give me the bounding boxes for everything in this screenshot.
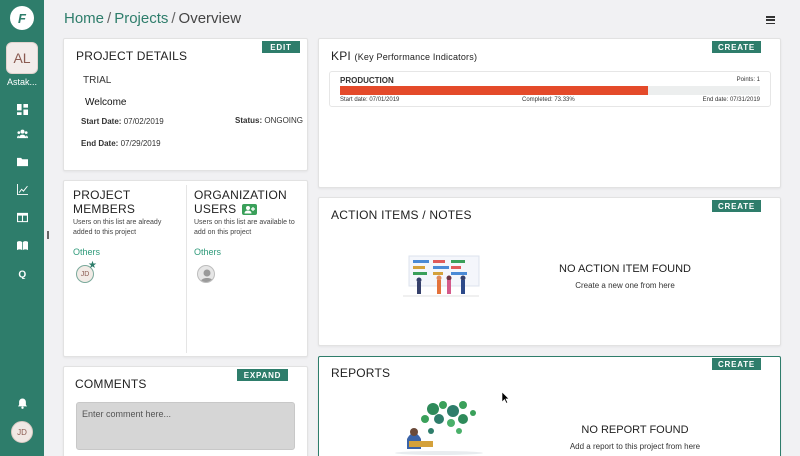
folder-icon[interactable] bbox=[14, 153, 30, 169]
end-date-label: End Date: bbox=[81, 139, 119, 148]
reports-illustration bbox=[395, 401, 483, 455]
breadcrumb-home[interactable]: Home bbox=[64, 10, 104, 27]
bell-icon[interactable] bbox=[14, 395, 30, 411]
member-initials: JD bbox=[80, 270, 90, 278]
comment-input[interactable] bbox=[76, 402, 295, 450]
members-group-label: Others bbox=[73, 247, 101, 257]
status-label: Status: bbox=[235, 116, 263, 125]
edit-button[interactable]: EDIT bbox=[262, 41, 300, 53]
svg-text:Q: Q bbox=[18, 269, 26, 278]
sidebar-collapse-handle[interactable] bbox=[47, 231, 49, 239]
org-user-avatar[interactable] bbox=[197, 265, 215, 283]
end-date-value: 07/29/2019 bbox=[120, 139, 161, 148]
card-title: COMMENTS bbox=[75, 377, 147, 391]
members-title-line1: PROJECT bbox=[73, 188, 131, 202]
breadcrumb: Home / Projects / Overview bbox=[64, 10, 241, 27]
end-date: End Date: 07/29/2019 bbox=[81, 139, 161, 148]
owner-star-icon: ★ bbox=[88, 260, 97, 271]
card-title: KPI (Key Performance Indicators) bbox=[331, 49, 477, 63]
add-user-icon[interactable] bbox=[241, 204, 257, 215]
user-initials: JD bbox=[17, 427, 27, 437]
quiz-icon[interactable]: Q bbox=[14, 265, 30, 281]
reports-card: REPORTS CREATE NO REPORT FOUND Add a rep… bbox=[318, 356, 781, 456]
project-details-card: PROJECT DETAILS EDIT TRIAL Welcome Start… bbox=[63, 38, 308, 171]
kpi-points: Points: 1 bbox=[736, 77, 760, 83]
members-title: PROJECT MEMBERS bbox=[73, 188, 135, 216]
card-title: REPORTS bbox=[331, 366, 391, 380]
logo-letter: F bbox=[18, 10, 26, 26]
board-icon[interactable] bbox=[14, 209, 30, 225]
org-avatar-initials: AL bbox=[13, 50, 31, 66]
empty-action-title: NO ACTION ITEM FOUND bbox=[559, 263, 691, 275]
org-users-description: Users on this list are available to add … bbox=[194, 219, 295, 236]
org-users-title: ORGANIZATION USERS bbox=[194, 188, 287, 216]
empty-action-subtitle: Create a new one from here bbox=[575, 281, 675, 290]
comments-card: COMMENTS EXPAND bbox=[63, 366, 308, 456]
kpi-progress-bar bbox=[340, 86, 760, 95]
users-icon[interactable] bbox=[14, 125, 30, 141]
action-create-button[interactable]: CREATE bbox=[712, 200, 761, 212]
empty-report-title: NO REPORT FOUND bbox=[581, 424, 689, 436]
dashboard-icon[interactable] bbox=[14, 101, 30, 117]
start-date: Start Date: 07/02/2019 bbox=[81, 117, 164, 126]
kpi-title: KPI bbox=[331, 49, 351, 63]
members-card: PROJECT MEMBERS Users on this list are a… bbox=[63, 180, 308, 357]
breadcrumb-separator: / bbox=[107, 10, 112, 27]
chart-icon[interactable] bbox=[14, 181, 30, 197]
org-users-group-label: Others bbox=[194, 247, 222, 257]
kpi-progress-fill bbox=[340, 86, 648, 95]
members-title-line2: MEMBERS bbox=[73, 202, 136, 216]
app-logo-icon[interactable]: F bbox=[10, 6, 34, 30]
kpi-completed: Completed: 73.33% bbox=[522, 97, 575, 103]
kpi-create-button[interactable]: CREATE bbox=[712, 41, 761, 53]
kpi-end-date: End date: 07/31/2019 bbox=[702, 97, 760, 103]
book-icon[interactable] bbox=[14, 237, 30, 253]
org-users-title-line2-wrap: USERS bbox=[194, 202, 287, 216]
card-title: PROJECT DETAILS bbox=[76, 49, 188, 63]
reports-create-button[interactable]: CREATE bbox=[712, 358, 761, 370]
project-name: Welcome bbox=[85, 97, 127, 108]
project-type: TRIAL bbox=[83, 75, 112, 86]
status-value: ONGOING bbox=[264, 116, 304, 125]
kpi-start-date: Start date: 07/01/2019 bbox=[340, 97, 400, 103]
kpi-subtitle: (Key Performance Indicators) bbox=[354, 52, 478, 62]
org-users-title-line1: ORGANIZATION bbox=[194, 188, 287, 202]
divider bbox=[186, 185, 187, 353]
status: Status: ONGOING bbox=[235, 116, 303, 125]
breadcrumb-current: Overview bbox=[178, 10, 242, 27]
kpi-item-name: PRODUCTION bbox=[340, 76, 394, 85]
org-users-title-line2: USERS bbox=[194, 202, 237, 216]
user-avatar[interactable]: JD bbox=[11, 421, 33, 443]
org-avatar[interactable]: AL bbox=[6, 42, 38, 74]
members-description: Users on this list are already added to … bbox=[73, 219, 162, 236]
start-date-value: 07/02/2019 bbox=[123, 117, 164, 126]
hamburger-menu-icon[interactable] bbox=[766, 16, 775, 24]
expand-button[interactable]: EXPAND bbox=[237, 369, 288, 381]
action-items-illustration bbox=[403, 255, 480, 297]
sidebar: F AL Astak... Q JD bbox=[0, 0, 44, 456]
start-date-label: Start Date: bbox=[81, 117, 122, 126]
mouse-cursor-icon bbox=[502, 392, 510, 404]
kpi-card: KPI (Key Performance Indicators) CREATE … bbox=[318, 38, 781, 188]
breadcrumb-separator: / bbox=[171, 10, 176, 27]
breadcrumb-projects[interactable]: Projects bbox=[114, 10, 168, 27]
action-items-card: ACTION ITEMS / NOTES CREATE NO ACTION IT… bbox=[318, 197, 781, 346]
org-name: Astak... bbox=[6, 77, 37, 87]
empty-report-subtitle: Add a report to this project from here bbox=[569, 442, 701, 451]
card-title: ACTION ITEMS / NOTES bbox=[331, 208, 472, 222]
kpi-item[interactable]: PRODUCTION Points: 1 Start date: 07/01/2… bbox=[329, 71, 771, 107]
